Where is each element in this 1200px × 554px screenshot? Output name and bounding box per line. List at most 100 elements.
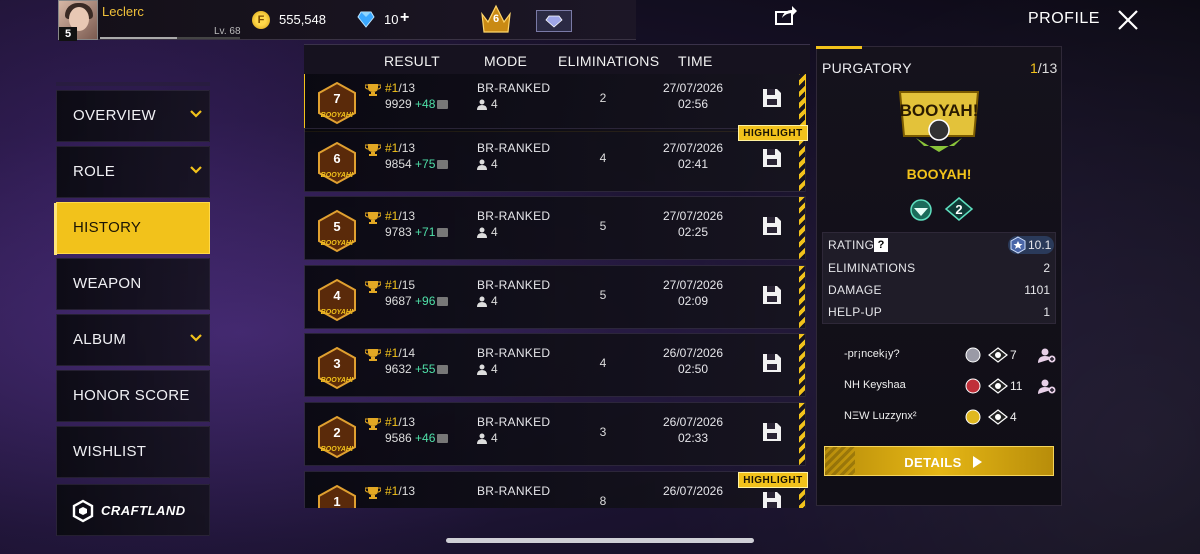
sidebar-item-label: OVERVIEW [73,107,156,124]
save-replay-icon[interactable] [761,215,783,237]
badge-number: 4 [333,288,341,303]
teammate-row[interactable]: -pr¡ncek¡y? 7 [822,340,1056,370]
booyah-count-medal-icon[interactable]: 2 [944,196,974,222]
highlight-tag[interactable]: HIGHLIGHT [738,472,808,488]
share-icon[interactable] [774,4,798,26]
squad-size: 4 [477,431,498,445]
placement-rank: #1 [385,141,399,155]
person-icon [477,159,487,171]
eliminations-count: 4 [599,356,607,370]
save-replay-icon[interactable] [761,284,783,306]
eliminations-count: 4 [599,151,607,165]
history-row[interactable]: 4 BOOYAH! #1/15 9687 +96 BR-RANKED 4 5 27/07/20… [304,265,806,329]
help-icon[interactable]: ? [874,238,888,252]
history-row[interactable]: 5 BOOYAH! #1/13 9783 +71 BR-RANKED 4 5 27/07/20… [304,196,806,260]
home-indicator[interactable] [446,538,754,543]
add-friend-icon[interactable] [1038,378,1056,394]
history-row[interactable]: 1 #1/13 BR-RANKED 8 26/07/2026 [304,471,806,508]
match-mode: BR-RANKED [477,484,551,498]
placement: #1/13 [385,415,415,429]
placement-rank: #1 [385,278,399,292]
match-time: 02:09 [677,294,709,308]
sidebar-item-label: ALBUM [73,331,127,348]
eliminations-count: 5 [599,219,607,233]
save-replay-icon[interactable] [761,352,783,374]
column-header-result: RESULT [384,53,440,69]
placement-rank: #1 [385,209,399,223]
history-row[interactable]: 6 BOOYAH! #1/13 9854 +75 BR-RANKED 4 4 27/07/20… [304,128,806,192]
match-date: 26/07/2026 [662,415,724,429]
sidebar-item-overview[interactable]: OVERVIEW [56,90,210,142]
map-name: PURGATORY [822,60,912,76]
row-stripe [799,266,805,328]
add-diamonds-button[interactable]: + [400,9,409,27]
craftland-button[interactable]: CRAFTLAND [56,484,210,536]
helpup-label: HELP-UP [828,305,883,319]
sidebar-item-history[interactable]: HISTORY [54,202,210,255]
score-detail-icon [437,365,449,375]
craftland-logo-icon [72,499,94,523]
save-replay-icon[interactable] [761,87,783,109]
match-page-indicator: 1/13 [1030,60,1057,76]
sidebar-item-weapon[interactable]: WEAPON [56,258,210,310]
column-header-eliminations: ELIMINATIONS [558,53,660,69]
damage-label: DAMAGE [828,283,882,297]
column-header-time: TIME [678,53,713,69]
elite-pass-icon[interactable] [536,10,572,32]
sidebar-item-album[interactable]: ALBUM [56,314,210,366]
rating-label: RATING [828,238,875,252]
save-replay-icon[interactable] [761,490,783,508]
details-button[interactable]: DETAILS [824,446,1054,476]
placement: #1/13 [385,141,415,155]
match-time: 02:50 [677,362,709,376]
craftland-label: CRAFTLAND [101,503,186,518]
chevron-down-icon [190,166,202,174]
page-current: 1 [1030,60,1038,76]
squad-size: 4 [477,294,498,308]
person-icon [477,296,487,308]
teammate-row[interactable]: NΞW Luzzynx² 4 [822,402,1056,432]
badge-number: 2 [333,425,340,440]
teammate-name: NΞW Luzzynx² [844,410,917,422]
history-list[interactable]: 7 BOOYAH! #1/13 9929 +48 BR-RANKED 4 2 27/07/20… [304,74,810,508]
trophy-icon [365,487,381,499]
save-replay-icon[interactable] [761,421,783,443]
match-time: 02:33 [677,431,709,445]
xp-fill [100,37,177,39]
badge-text: BOOYAH! [321,446,354,453]
history-row[interactable]: 2 BOOYAH! #1/13 9586 +46 BR-RANKED 4 3 26/07/20… [304,402,806,466]
badge-text: BOOYAH! [321,172,354,179]
match-date: 27/07/2026 [662,81,724,95]
history-table-header: RESULT MODE ELIMINATIONS TIME [304,44,810,74]
squad-medal-icon[interactable] [906,196,936,222]
sidebar-item-label: ROLE [73,163,116,180]
placement-total: /13 [398,81,416,95]
score-delta: +48 [415,97,436,111]
history-row[interactable]: 3 BOOYAH! #1/14 9632 +55 BR-RANKED 4 4 26/07/20… [304,333,806,397]
save-replay-icon[interactable] [761,147,783,169]
teammate-row[interactable]: NH Keyshaa 11 [822,371,1056,401]
sidebar-item-role[interactable]: ROLE [56,146,210,198]
close-icon[interactable] [1116,8,1140,32]
kill-skull-icon [988,378,1008,394]
teammate-rank-icon [965,347,981,363]
chevron-down-icon [190,334,202,342]
match-time: 02:25 [677,225,709,239]
rank-score: 9929 +48 [385,97,449,111]
chevron-down-icon [190,110,202,118]
sidebar-item-wishlist[interactable]: WISHLIST [56,426,210,478]
score-value: 9854 [385,157,412,171]
score-delta: +71 [415,225,436,239]
play-arrow-icon [973,456,982,468]
sidebar-item-honor-score[interactable]: HONOR SCORE [56,370,210,422]
add-friend-icon[interactable] [1038,347,1056,363]
avatar[interactable]: 5 [58,0,98,41]
match-date: 27/07/2026 [662,141,724,155]
badge-text: BOOYAH! [321,112,354,119]
highlight-tag[interactable]: HIGHLIGHT [738,125,808,141]
booyah-streak-badge-icon: 2 BOOYAH! [318,415,356,459]
diamond-icon [357,11,375,28]
history-row[interactable]: 7 BOOYAH! #1/13 9929 +48 BR-RANKED 4 2 27/07/20… [304,74,806,132]
squad-count: 4 [491,97,498,111]
medal-count: 2 [955,202,962,217]
